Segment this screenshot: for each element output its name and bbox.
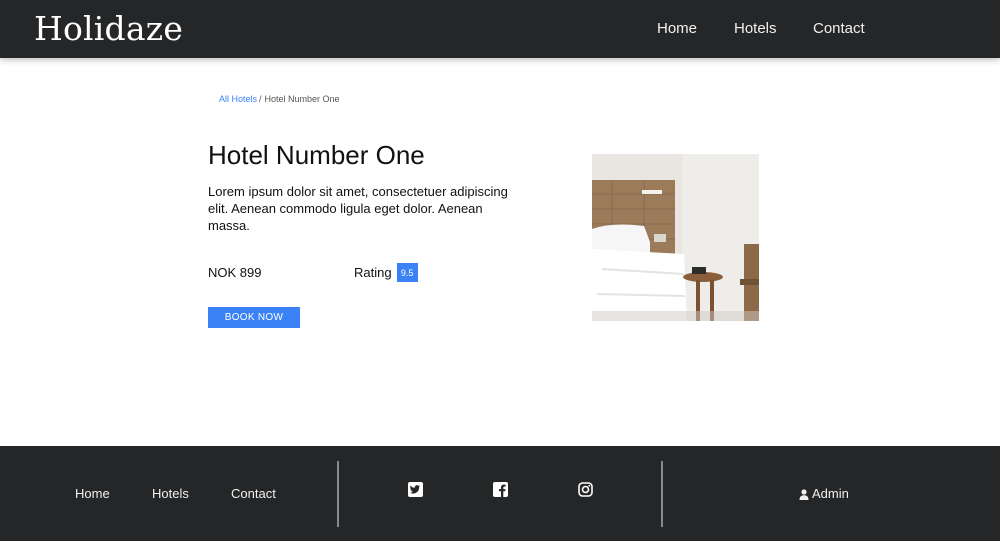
admin-label: Admin [812, 486, 849, 501]
hotel-description: Lorem ipsum dolor sit amet, consectetuer… [208, 184, 508, 233]
breadcrumb: All Hotels / Hotel Number One [219, 94, 340, 104]
top-navbar: Holidaze Home Hotels Contact [0, 0, 1000, 58]
breadcrumb-separator: / [259, 94, 262, 104]
nav-contact-link[interactable]: Contact [813, 20, 865, 37]
nav-hotels-link[interactable]: Hotels [734, 20, 777, 37]
nav-home-link[interactable]: Home [657, 20, 697, 37]
hotel-price: NOK 899 [208, 265, 262, 280]
site-footer: Home Hotels Contact Admin [0, 446, 1000, 541]
hotel-rating: Rating 9.5 [354, 263, 418, 282]
breadcrumb-all-hotels-link[interactable]: All Hotels [219, 94, 257, 104]
rating-label: Rating [354, 265, 392, 280]
footer-home-link[interactable]: Home [75, 486, 110, 501]
hotel-image [592, 154, 759, 321]
footer-divider [661, 461, 663, 527]
facebook-icon[interactable] [493, 482, 508, 497]
instagram-icon[interactable] [578, 482, 593, 497]
rating-badge: 9.5 [396, 263, 418, 282]
hotel-title: Hotel Number One [208, 140, 425, 170]
brand-logo[interactable]: Holidaze [34, 9, 183, 48]
footer-contact-link[interactable]: Contact [231, 486, 276, 501]
hotel-room-illustration [592, 154, 759, 321]
footer-divider [337, 461, 339, 527]
admin-link[interactable]: Admin [799, 486, 849, 501]
user-icon [799, 488, 809, 500]
twitter-icon[interactable] [408, 482, 423, 497]
breadcrumb-current: Hotel Number One [264, 94, 340, 104]
book-now-button[interactable]: BOOK NOW [208, 307, 300, 328]
footer-hotels-link[interactable]: Hotels [152, 486, 189, 501]
